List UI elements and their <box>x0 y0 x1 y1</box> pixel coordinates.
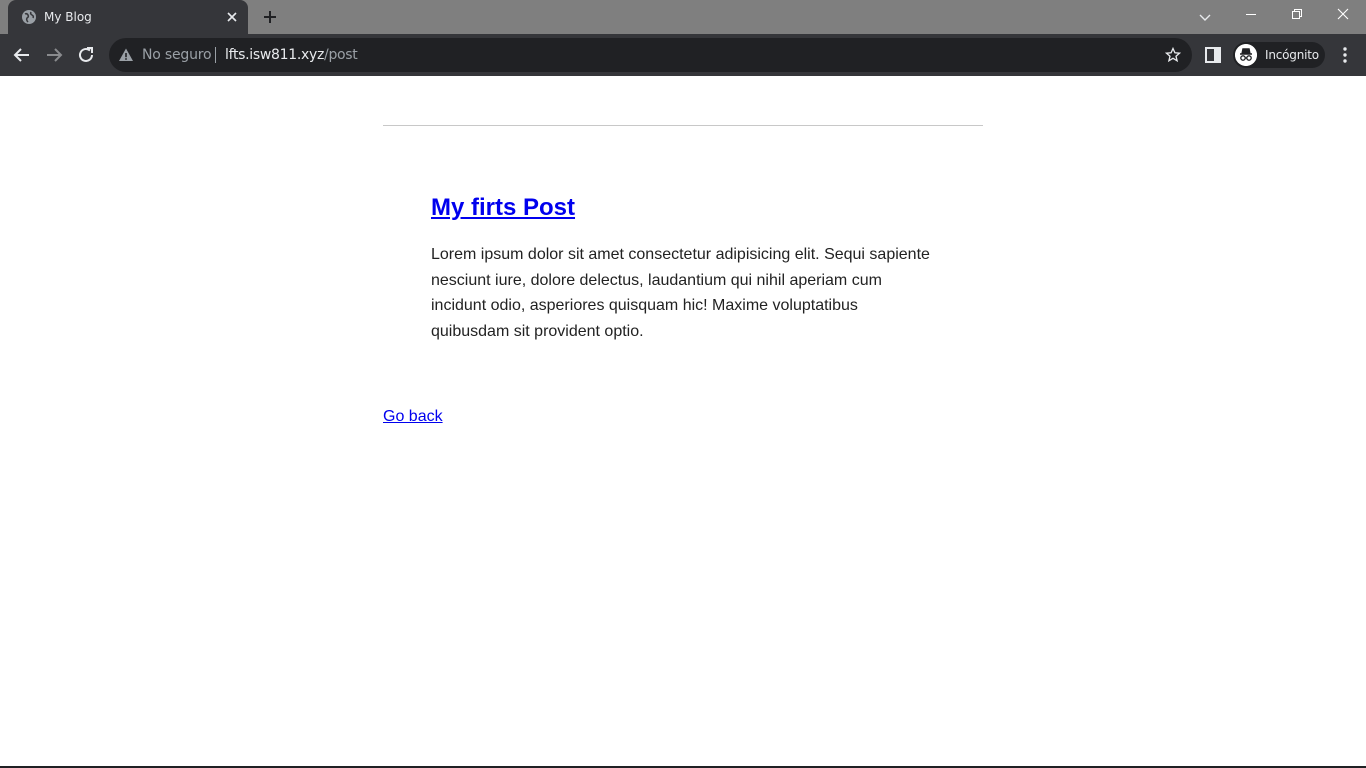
url-host: lfts.isw811.xyz <box>225 47 325 63</box>
star-icon[interactable] <box>1165 47 1181 63</box>
reload-icon[interactable] <box>74 43 98 67</box>
address-bar[interactable]: No seguro lfts.isw811.xyz/post <box>109 38 1192 72</box>
tab-my-blog[interactable]: My Blog <box>8 0 248 34</box>
arrow-right-icon[interactable] <box>42 43 66 67</box>
new-tab-button[interactable] <box>258 5 282 29</box>
post-excerpt: Lorem ipsum dolor sit amet consectetur a… <box>431 246 930 341</box>
tab-close-icon[interactable] <box>224 9 240 25</box>
page-content: My firts Post Lorem ipsum dolor sit amet… <box>0 76 1366 766</box>
warning-icon[interactable] <box>118 47 134 63</box>
chevron-down-icon[interactable] <box>1193 5 1217 29</box>
restore-button[interactable] <box>1274 0 1320 30</box>
restore-icon <box>1292 9 1302 19</box>
horizontal-rule <box>383 125 983 126</box>
globe-icon <box>22 10 36 24</box>
incognito-label: Incógnito <box>1265 48 1319 62</box>
go-back-link[interactable]: Go back <box>383 407 443 427</box>
kebab-menu-icon[interactable] <box>1335 45 1355 65</box>
incognito-profile-button[interactable]: Incógnito <box>1233 42 1325 68</box>
tab-title: My Blog <box>44 10 92 24</box>
tab-strip: My Blog <box>0 0 1366 34</box>
arrow-left-icon[interactable] <box>10 43 34 67</box>
side-panel-icon[interactable] <box>1204 46 1222 64</box>
incognito-icon <box>1235 44 1257 66</box>
url-path: /post <box>324 47 358 63</box>
url-text[interactable]: lfts.isw811.xyz/post <box>225 47 358 63</box>
post-title-link[interactable]: My firts Post <box>431 193 575 223</box>
omnibox-divider <box>215 47 216 63</box>
minimize-icon <box>1246 14 1256 15</box>
close-icon <box>1337 8 1349 20</box>
minimize-button[interactable] <box>1228 0 1274 30</box>
browser-toolbar: No seguro lfts.isw811.xyz/post Incógnito <box>0 34 1366 76</box>
close-window-button[interactable] <box>1320 0 1366 30</box>
security-status[interactable]: No seguro <box>142 47 212 63</box>
